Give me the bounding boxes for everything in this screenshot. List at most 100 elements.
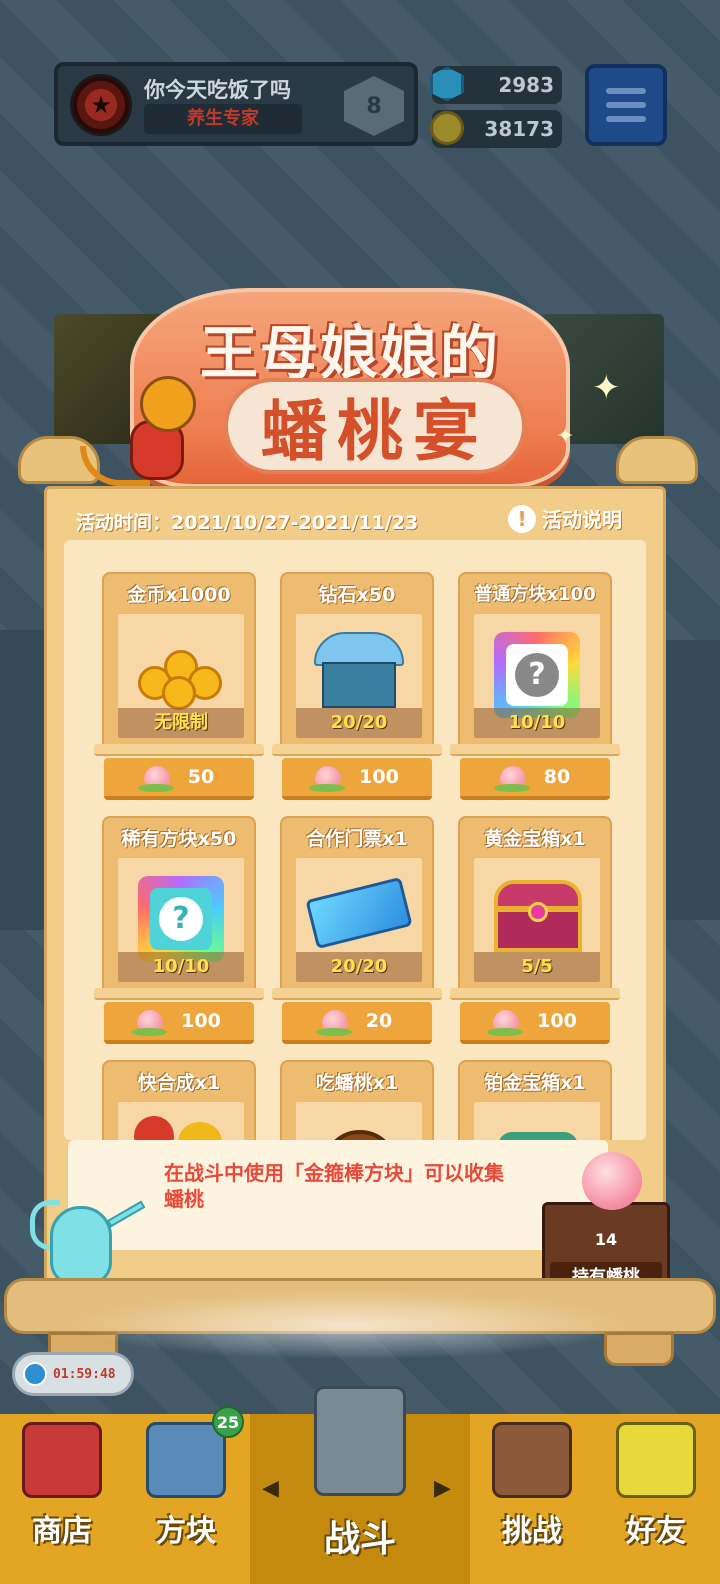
item-card: 黄金宝箱x1 5/5 [458, 816, 612, 994]
shop-item-platinum-chest[interactable]: 铂金宝箱x1 [450, 1060, 620, 1140]
item-name: 铂金宝箱x1 [484, 1072, 586, 1094]
sparkle-icon: ✦ [592, 368, 621, 408]
shop-item-eat-peach[interactable]: 吃蟠桃x1 [272, 1060, 442, 1140]
item-image [118, 1102, 244, 1140]
event-time: 活动时间：2021/10/27-2021/11/23 [76, 512, 419, 534]
shop-item-diamonds[interactable]: 钻石x50 20/20 100 [272, 572, 442, 804]
buy-button[interactable]: 50 [104, 758, 254, 800]
shelf [94, 988, 264, 1000]
item-price: 100 [537, 1010, 577, 1032]
timer-text: 01:59:48 [53, 1366, 116, 1382]
item-card: 金币x1000 无限制 [102, 572, 256, 750]
item-image: ? 10/10 [474, 614, 600, 738]
item-image [474, 1102, 600, 1140]
background-panel-right [660, 640, 720, 920]
monkey-head [140, 376, 196, 432]
nav-friends-label: 好友 [626, 1514, 686, 1549]
shelf [272, 744, 442, 756]
prev-arrow-icon[interactable]: ◀ [262, 1476, 279, 1501]
shop-item-rare-block[interactable]: 稀有方块x50 ? 10/10 100 [94, 816, 264, 1048]
shop-item-quick-merge[interactable]: 快合成x1 [94, 1060, 264, 1140]
item-stock: 10/10 [118, 952, 244, 982]
event-info-button[interactable]: ! 活动说明 [508, 504, 622, 533]
nav-blocks[interactable]: 方块 [124, 1414, 248, 1584]
clock-icon [23, 1362, 47, 1386]
menu-icon-bar [606, 88, 646, 94]
ticket-icon [305, 876, 413, 950]
buy-button[interactable]: 100 [104, 1002, 254, 1044]
shop-item-gold-chest[interactable]: 黄金宝箱x1 5/5 100 [450, 816, 620, 1048]
sparkle-icon: ✦ [556, 424, 575, 449]
shop-item-list[interactable]: 金币x1000 无限制 50 钻石x50 20/20 100 普通方块x100 … [64, 540, 646, 1140]
challenge-icon [492, 1422, 572, 1498]
buy-button[interactable]: 20 [282, 1002, 432, 1044]
item-price: 100 [181, 1010, 221, 1032]
pedestal-leg [604, 1332, 674, 1366]
buy-button[interactable]: 80 [460, 758, 610, 800]
blocks-notification-badge: 25 [212, 1406, 244, 1438]
gem-amount: 2983 [498, 73, 554, 97]
item-name: 普通方块x100 [474, 584, 596, 605]
event-title-plaque: 蟠桃宴 [224, 378, 526, 474]
shop-item-coop-ticket[interactable]: 合作门票x1 20/20 20 [272, 816, 442, 1048]
player-profile-card[interactable]: ★ 你今天吃饭了吗 养生专家 8 [54, 62, 418, 146]
menu-button[interactable] [585, 64, 667, 146]
item-price: 50 [187, 766, 215, 788]
item-name: 黄金宝箱x1 [484, 828, 586, 850]
next-arrow-icon[interactable]: ▶ [434, 1476, 451, 1501]
nav-challenge-label: 挑战 [502, 1514, 562, 1549]
item-image: 无限制 [118, 614, 244, 738]
item-price: 20 [365, 1010, 393, 1032]
nav-challenge[interactable]: 挑战 [470, 1414, 594, 1584]
item-card: 普通方块x100 ? 10/10 [458, 572, 612, 750]
mist-decoration [70, 1290, 630, 1360]
item-name: 钻石x50 [318, 584, 396, 606]
item-stock: 5/5 [474, 952, 600, 982]
star-icon: ★ [90, 91, 112, 119]
shelf [94, 744, 264, 756]
peach-icon [131, 1010, 168, 1036]
menu-icon-bar [606, 116, 646, 122]
countdown-timer[interactable]: 01:59:48 [12, 1352, 134, 1396]
rank-badge: 8 [344, 76, 404, 136]
item-name: 金币x1000 [127, 584, 231, 606]
coin-pile-icon [138, 636, 224, 710]
peach-icon [315, 1010, 352, 1036]
item-card: 铂金宝箱x1 [458, 1060, 612, 1140]
scroll-end-right [616, 436, 698, 484]
diamond-house-icon [314, 632, 404, 712]
coin-amount: 38173 [484, 117, 554, 141]
buy-button[interactable]: 100 [282, 758, 432, 800]
item-stock: 20/20 [296, 708, 422, 738]
gem-icon [430, 67, 464, 101]
item-card: 快合成x1 [102, 1060, 256, 1140]
shop-item-normal-block[interactable]: 普通方块x100 ? 10/10 80 [450, 572, 620, 804]
peach-holder[interactable]: 14 持有蟠桃 [542, 1152, 670, 1294]
coin-counter[interactable]: 38173 [430, 110, 562, 148]
nav-shop[interactable]: 商店 [0, 1414, 124, 1584]
shop-item-coins[interactable]: 金币x1000 无限制 50 [94, 572, 264, 804]
item-image: 5/5 [474, 858, 600, 982]
event-title-line2: 蟠桃宴 [261, 392, 489, 470]
item-stock: 无限制 [118, 708, 244, 738]
menu-icon-bar [606, 102, 646, 108]
bottom-nav: 商店 方块 战斗 ◀ ▶ 挑战 好友 [0, 1386, 720, 1584]
info-icon: ! [508, 504, 536, 533]
battle-castle-icon [314, 1386, 406, 1496]
coin-icon [430, 111, 464, 145]
tip-text: 在战斗中使用「金箍棒方块」可以收集蟠桃 [164, 1161, 504, 1211]
rare-block-icon: ? [138, 876, 224, 962]
nav-shop-label: 商店 [32, 1514, 92, 1549]
avatar[interactable]: ★ [70, 74, 132, 136]
buy-button[interactable]: 100 [460, 1002, 610, 1044]
shelf [450, 988, 620, 1000]
player-title: 养生专家 [144, 104, 302, 134]
peach-icon [582, 1152, 642, 1210]
item-stock: 10/10 [474, 708, 600, 738]
item-price: 80 [543, 766, 571, 788]
item-stock: 20/20 [296, 952, 422, 982]
gem-counter[interactable]: 2983 [430, 66, 562, 104]
player-name: 你今天吃饭了吗 [144, 78, 291, 102]
item-image: ? 10/10 [118, 858, 244, 982]
nav-friends[interactable]: 好友 [594, 1414, 718, 1584]
